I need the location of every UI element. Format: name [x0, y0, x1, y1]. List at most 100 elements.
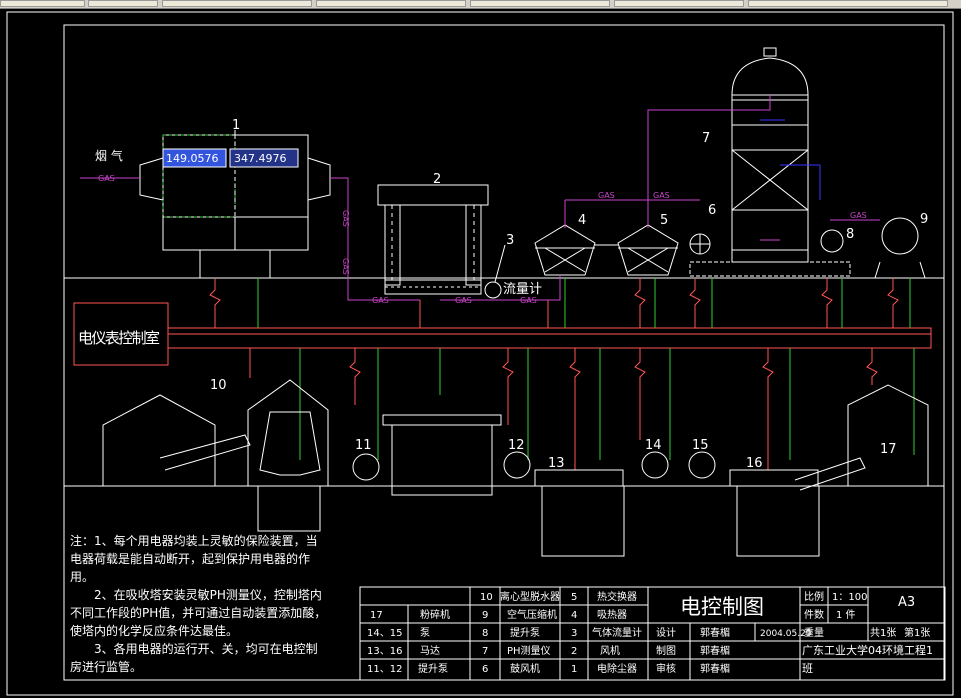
- toolbar-button[interactable]: [614, 0, 744, 7]
- tank-16: [729, 469, 819, 487]
- table-cell: 气体流量计: [592, 626, 642, 639]
- gas-tag: GAS: [598, 191, 615, 200]
- table-cell: 电除尘器: [597, 662, 637, 675]
- table-cell: 马达: [420, 645, 440, 657]
- equipment-numbers: 1 2 3 4 5 6 7 8 9 10 11 12 13 14 15 16 1…: [210, 118, 928, 471]
- table-cell: 粉碎机: [420, 608, 450, 621]
- coordinate-input-x[interactable]: 149.0576: [162, 148, 227, 168]
- review-label: 审核: [656, 662, 676, 675]
- number-label: 11: [355, 438, 372, 453]
- coordinate-input-y[interactable]: 347.4976: [229, 148, 299, 168]
- scale-value: 1：100: [832, 592, 867, 603]
- table-cell: 5: [571, 592, 577, 603]
- draw-label: 制图: [656, 644, 676, 657]
- number-label: 14: [645, 438, 662, 453]
- number-label: 2: [433, 172, 441, 187]
- red-feeders: [209, 278, 899, 470]
- number-label: 6: [708, 203, 716, 218]
- note-line: 2、在吸收塔安装灵敏PH测量仪，控制塔内: [94, 587, 322, 602]
- number-label: 1: [232, 118, 240, 133]
- table-cell: 提升泵: [510, 627, 540, 639]
- flowmeter-label: 流量计: [503, 282, 542, 297]
- design-label: 设计: [656, 626, 676, 639]
- tower-water-pipe: [780, 164, 821, 200]
- number-label: 9: [920, 212, 928, 227]
- x-value-text: 149.0576: [166, 152, 219, 165]
- school-name: 广东工业大学04环境工程1: [802, 643, 933, 657]
- table-cell: 泵: [420, 627, 430, 639]
- gas-tag: GAS: [98, 174, 115, 183]
- note-line: 电器荷载是能自动断开，起到保护用电器的作: [70, 551, 310, 566]
- table-cell: 8: [482, 628, 488, 639]
- number-label: 8: [846, 227, 854, 242]
- class-suffix: 班: [802, 662, 813, 675]
- table-cell: 空气压缩机: [507, 608, 557, 621]
- pump-11: [352, 453, 380, 481]
- collection-tank-top: [382, 414, 502, 426]
- table-cell: 吸热器: [597, 608, 627, 621]
- tank-16-lower: [736, 485, 820, 557]
- table-cell: 离心型脱水器: [500, 590, 560, 603]
- note-line: 不同工作段的PH值，并可通过自动装置添加酸，: [70, 605, 326, 620]
- number-label: 10: [210, 378, 227, 393]
- table-cell: PH测量仪: [507, 644, 551, 657]
- gas-tag: GAS: [850, 211, 867, 220]
- note-line: 注：1、每个用电器均装上灵敏的保险装置，当: [70, 533, 318, 548]
- tank-13-lower: [541, 485, 625, 557]
- table-cell: 10: [480, 592, 493, 603]
- number-label: 5: [660, 213, 668, 228]
- drafter-name: 郭春楣: [700, 644, 730, 657]
- gas-tag: GAS: [653, 191, 670, 200]
- number-label: 12: [508, 438, 525, 453]
- table-cell: 鼓风机: [510, 662, 540, 675]
- toolbar-button[interactable]: [88, 0, 158, 7]
- compressor-9: [881, 217, 919, 255]
- title-block: 电控制图 比例 1：100 件数 1 件 A3 设计 郭春楣 2004.05.2…: [656, 590, 933, 675]
- gas-tag: GAS: [372, 296, 389, 305]
- table-cell: 风机: [600, 644, 620, 657]
- count-label: 件数: [804, 608, 824, 621]
- gas-pipe-main: [330, 177, 420, 301]
- collection-tank: [391, 424, 493, 496]
- pump-8: [820, 229, 844, 253]
- drawing-title: 电控制图: [680, 595, 764, 619]
- notes: 注：1、每个用电器均装上灵敏的保险装置，当 电器荷载是能自动断开，起到保护用电器…: [70, 533, 326, 674]
- heat-exchanger: [617, 224, 679, 276]
- weight-label: 重量: [804, 626, 824, 639]
- cad-drawing[interactable]: 烟 气 GAS GAS GAS GAS GAS GAS GAS GAS GAS …: [0, 8, 961, 698]
- flue-gas-label: 烟 气: [95, 148, 123, 163]
- number-label: 3: [506, 233, 514, 248]
- toolbar-button[interactable]: [162, 0, 312, 7]
- table-cell: 2: [571, 646, 577, 657]
- table-cell: 7: [482, 646, 488, 657]
- scale-label: 比例: [804, 590, 824, 603]
- pump-14: [641, 451, 669, 479]
- table-cell: 1: [571, 664, 577, 675]
- note-line: 3、各用电器的运行开、关，均可在电控制: [94, 641, 318, 656]
- control-room-label: 电仪表控制室: [78, 329, 160, 347]
- reviewer-name: 郭春楣: [700, 662, 730, 675]
- toolbar-button[interactable]: [748, 0, 948, 7]
- note-line: 用。: [70, 570, 94, 584]
- toolbar-button[interactable]: [316, 0, 466, 7]
- tower-base-brick: [689, 261, 851, 277]
- toolbar-button[interactable]: [0, 0, 85, 7]
- table-cell: 4: [571, 610, 577, 621]
- toolbar-button[interactable]: [470, 0, 610, 7]
- inner-frame: [63, 24, 945, 681]
- gas-tag: GAS: [455, 296, 472, 305]
- number-label: 17: [880, 442, 897, 457]
- heat-absorber: [534, 224, 596, 276]
- table-cell: 14、15: [367, 628, 402, 639]
- note-line: 使塔内的化学反应条件达最佳。: [70, 623, 238, 638]
- designer-name: 郭春楣: [700, 626, 730, 639]
- gas-tag: GAS: [341, 258, 350, 275]
- sheet-total: 共1张: [870, 627, 896, 639]
- pump-15: [688, 451, 716, 479]
- table-cell: 提升泵: [418, 663, 448, 675]
- table-cell: 6: [482, 664, 488, 675]
- crusher-area: [102, 379, 329, 532]
- number-label: 16: [746, 456, 763, 471]
- pump-12: [503, 451, 531, 479]
- table-cell: 热交换器: [597, 590, 637, 603]
